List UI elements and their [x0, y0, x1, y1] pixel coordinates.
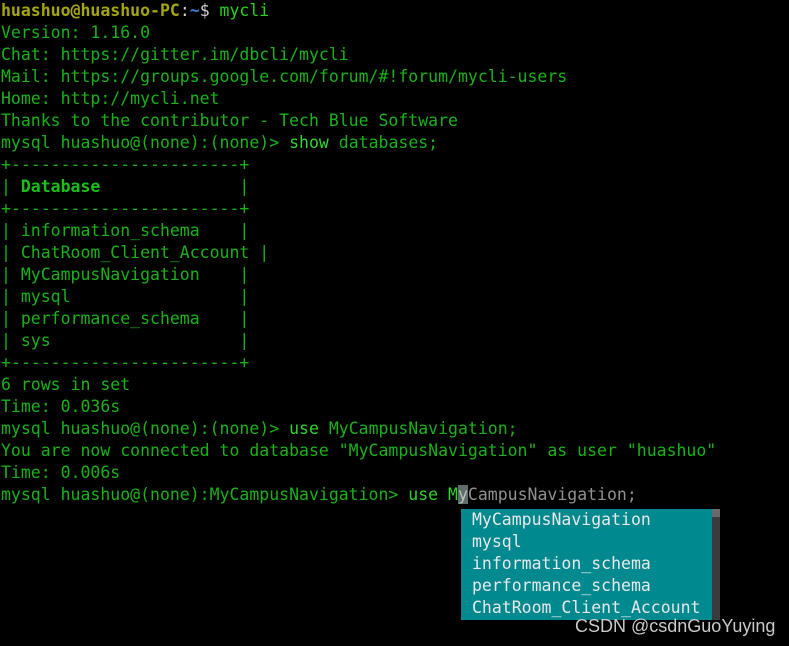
mysql-prompt-1: mysql huashuo@(none):(none)>: [1, 133, 290, 152]
table-top-border: +-----------------------+: [1, 155, 250, 174]
result-time-2: Time: 0.006s: [1, 463, 121, 482]
prompt-dollar: $: [199, 1, 210, 20]
banner-version: Version: 1.16.0: [1, 23, 151, 42]
autocomplete-item[interactable]: information_schema: [461, 553, 712, 575]
prompt-path: ~: [189, 1, 200, 20]
shell-prompt-line: huashuo@huashuo-PC:~$ mycli: [0, 0, 789, 22]
autocomplete-dropdown[interactable]: MyCampusNavigation mysql information_sch…: [461, 509, 720, 620]
table-header-row: | Database |: [0, 176, 789, 198]
table-row: | information_schema |: [1, 221, 250, 240]
table-header-left-pipe: |: [1, 177, 21, 196]
result-rows-in-set: 6 rows in set: [1, 375, 131, 394]
autocomplete-item[interactable]: MyCampusNavigation: [461, 509, 712, 531]
autocomplete-item[interactable]: performance_schema: [461, 575, 712, 597]
banner-thanks: Thanks to the contributor - Tech Blue So…: [1, 111, 458, 130]
active-input-line[interactable]: mysql huashuo@(none):MyCampusNavigation>…: [0, 484, 789, 506]
autocomplete-scrollbar-thumb[interactable]: [712, 509, 720, 517]
sql-keyword-use-active: use: [408, 485, 439, 504]
sql-rest-2: MyCampusNavigation;: [318, 419, 518, 438]
autocomplete-scrollbar[interactable]: [712, 509, 720, 620]
result-time-1: Time: 0.036s: [1, 397, 121, 416]
table-row: | sys |: [1, 331, 250, 350]
table-header-right-pipe: |: [100, 177, 250, 196]
table-column-header-database: Database: [20, 177, 101, 196]
autocomplete-item[interactable]: mysql: [461, 531, 712, 553]
table-row: | performance_schema |: [1, 309, 250, 328]
query-line-use-db: mysql huashuo@(none):(none)> use MyCampu…: [0, 418, 789, 440]
sql-rest-1: databases;: [328, 133, 439, 152]
result-connected-message: You are now connected to database "MyCam…: [1, 441, 717, 460]
table-row: | ChatRoom_Client_Account |: [1, 243, 270, 262]
banner-mail: Mail: https://groups.google.com/forum/#!…: [1, 67, 568, 86]
table-row: | MyCampusNavigation |: [1, 265, 250, 284]
table-mid-border: +-----------------------+: [1, 199, 250, 218]
mysql-prompt-2: mysql huashuo@(none):(none)>: [1, 419, 290, 438]
typed-text: M: [438, 485, 458, 504]
watermark-text: CSDN @csdnGuoYuying: [575, 616, 776, 636]
sql-keyword-show: show: [289, 133, 329, 152]
terminal-window[interactable]: huashuo@huashuo-PC:~$ mycli Version: 1.1…: [0, 0, 789, 646]
shell-command-mycli: mycli: [209, 1, 270, 20]
inline-suggestion-text: CampusNavigation;: [467, 485, 637, 504]
query-line-show-databases: mysql huashuo@(none):(none)> show databa…: [0, 132, 789, 154]
sql-keyword-use: use: [289, 419, 319, 438]
mysql-prompt-3: mysql huashuo@(none):MyCampusNavigation>: [1, 485, 409, 504]
banner-home: Home: http://mycli.net: [1, 89, 220, 108]
prompt-colon: :: [179, 1, 190, 20]
prompt-user-host: huashuo@huashuo-PC: [1, 1, 180, 20]
autocomplete-list[interactable]: MyCampusNavigation mysql information_sch…: [461, 509, 712, 620]
table-row: | mysql |: [1, 287, 250, 306]
banner-chat: Chat: https://gitter.im/dbcli/mycli: [1, 45, 349, 64]
table-bottom-border: +-----------------------+: [1, 353, 250, 372]
text-cursor: y: [457, 485, 468, 504]
